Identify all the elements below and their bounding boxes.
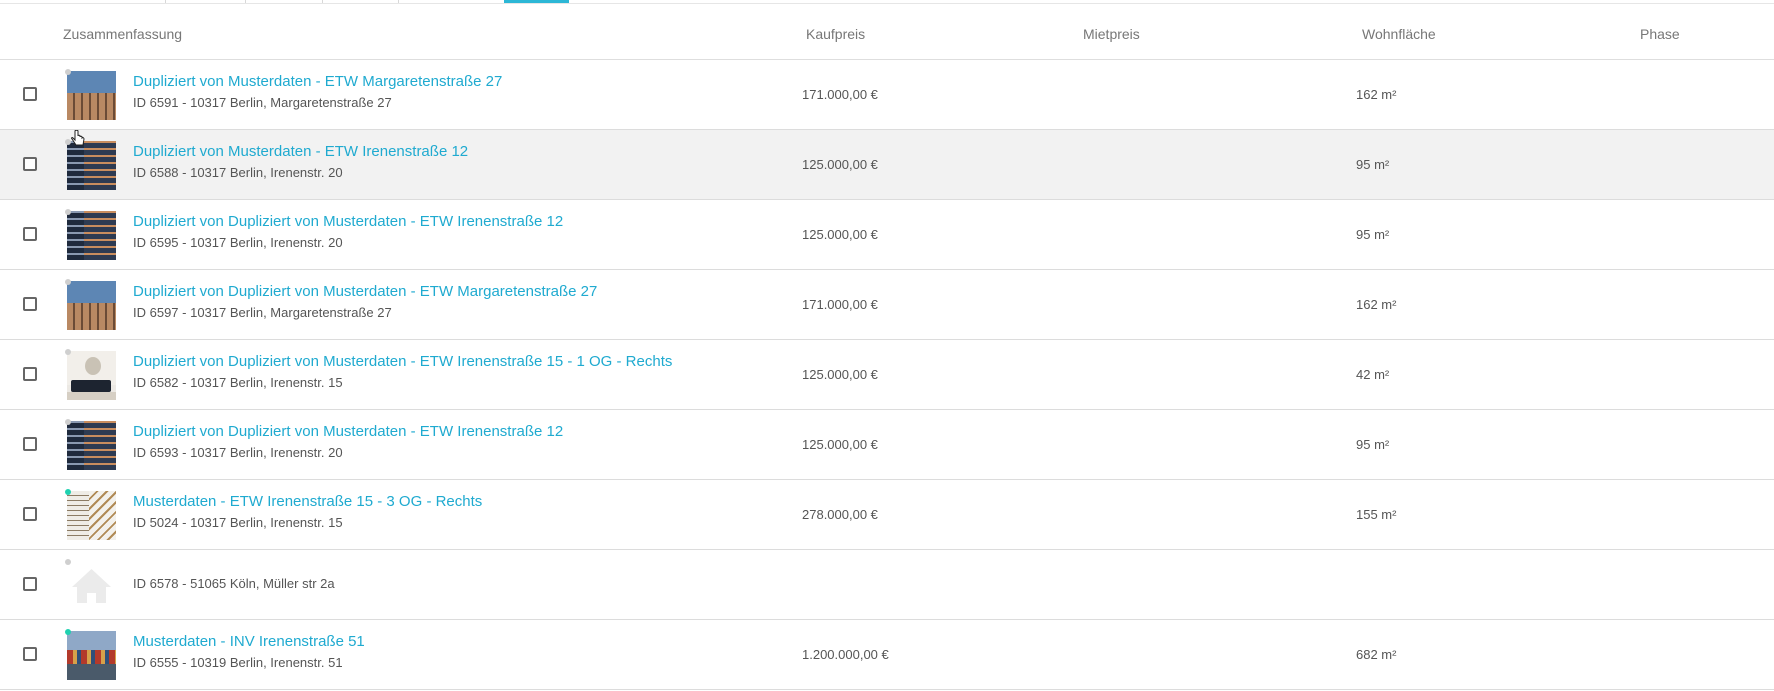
property-id-address: ID 6597 - 10317 Berlin, Margaretenstraße… <box>133 305 392 320</box>
row-checkbox[interactable] <box>23 87 37 101</box>
table-row[interactable]: Dupliziert von Musterdaten - ETW Irenens… <box>0 130 1774 200</box>
status-dot <box>65 279 71 285</box>
table-row[interactable]: ID 6578 - 51065 Köln, Müller str 2a <box>0 550 1774 620</box>
row-checkbox[interactable] <box>23 297 37 311</box>
table-row[interactable]: Dupliziert von Dupliziert von Musterdate… <box>0 270 1774 340</box>
column-header-living-area[interactable]: Wohnfläche <box>1362 26 1436 42</box>
row-checkbox[interactable] <box>23 437 37 451</box>
property-id-address: ID 6555 - 10319 Berlin, Irenenstr. 51 <box>133 655 343 670</box>
harbor-photo[interactable] <box>67 631 116 680</box>
property-title-link[interactable]: Musterdaten - INV Irenenstraße 51 <box>133 633 365 650</box>
building-dark-photo[interactable] <box>67 421 116 470</box>
building-dark-photo[interactable] <box>67 211 116 260</box>
room-photo[interactable] <box>67 351 116 400</box>
table-row[interactable]: Dupliziert von Dupliziert von Musterdate… <box>0 200 1774 270</box>
property-id-address: ID 6593 - 10317 Berlin, Irenenstr. 20 <box>133 445 343 460</box>
status-dot <box>65 419 71 425</box>
property-title-link[interactable]: Dupliziert von Dupliziert von Musterdate… <box>133 353 672 370</box>
property-list: Dupliziert von Musterdaten - ETW Margare… <box>0 60 1774 690</box>
column-header-phase[interactable]: Phase <box>1640 26 1680 42</box>
tab-divider <box>322 0 323 3</box>
column-header-summary[interactable]: Zusammenfassung <box>63 26 182 42</box>
property-title-link[interactable]: Dupliziert von Dupliziert von Musterdate… <box>133 213 563 230</box>
table-row[interactable]: Musterdaten - INV Irenenstraße 51 ID 6555… <box>0 620 1774 690</box>
purchase-price-cell: 125.000,00 € <box>802 227 878 242</box>
purchase-price-cell: 125.000,00 € <box>802 437 878 452</box>
status-dot <box>65 209 71 215</box>
table-row[interactable]: Dupliziert von Musterdaten - ETW Margare… <box>0 60 1774 130</box>
status-dot <box>65 489 71 495</box>
status-dot <box>65 349 71 355</box>
tab-divider <box>398 0 399 3</box>
living-area-cell: 95 m² <box>1356 157 1390 172</box>
living-area-cell: 162 m² <box>1356 297 1397 312</box>
status-dot <box>65 629 71 635</box>
property-id-address: ID 6595 - 10317 Berlin, Irenenstr. 20 <box>133 235 343 250</box>
building-photo[interactable] <box>67 71 116 120</box>
property-id-address: ID 6588 - 10317 Berlin, Irenenstr. 20 <box>133 165 343 180</box>
row-checkbox[interactable] <box>23 577 37 591</box>
purchase-price-cell: 1.200.000,00 € <box>802 647 889 662</box>
property-id-address: ID 6591 - 10317 Berlin, Margaretenstraße… <box>133 95 392 110</box>
purchase-price-cell: 171.000,00 € <box>802 87 878 102</box>
row-checkbox[interactable] <box>23 367 37 381</box>
house-placeholder-icon[interactable] <box>67 561 116 610</box>
living-area-cell: 95 m² <box>1356 227 1390 242</box>
column-header-purchase-price[interactable]: Kaufpreis <box>806 26 865 42</box>
table-row[interactable]: Dupliziert von Dupliziert von Musterdate… <box>0 410 1774 480</box>
property-title-link[interactable]: Dupliziert von Dupliziert von Musterdate… <box>133 423 563 440</box>
column-header-rent[interactable]: Mietpreis <box>1083 26 1140 42</box>
status-dot <box>65 559 71 565</box>
property-title-link[interactable]: Dupliziert von Dupliziert von Musterdate… <box>133 283 597 300</box>
status-dot <box>65 69 71 75</box>
property-title-link[interactable]: Dupliziert von Musterdaten - ETW Irenens… <box>133 143 468 160</box>
purchase-price-cell: 125.000,00 € <box>802 157 878 172</box>
tab-divider <box>245 0 246 3</box>
purchase-price-cell: 125.000,00 € <box>802 367 878 382</box>
purchase-price-cell: 278.000,00 € <box>802 507 878 522</box>
row-checkbox[interactable] <box>23 157 37 171</box>
property-title-link[interactable]: Dupliziert von Musterdaten - ETW Margare… <box>133 73 502 90</box>
building-photo[interactable] <box>67 281 116 330</box>
staircase-photo[interactable] <box>67 491 116 540</box>
purchase-price-cell: 171.000,00 € <box>802 297 878 312</box>
property-title-link[interactable]: Musterdaten - ETW Irenenstraße 15 - 3 OG… <box>133 493 482 510</box>
property-id-address: ID 6582 - 10317 Berlin, Irenenstr. 15 <box>133 375 343 390</box>
living-area-cell: 162 m² <box>1356 87 1397 102</box>
table-row[interactable]: Musterdaten - ETW Irenenstraße 15 - 3 OG… <box>0 480 1774 550</box>
property-id-address: ID 5024 - 10317 Berlin, Irenenstr. 15 <box>133 515 343 530</box>
living-area-cell: 682 m² <box>1356 647 1397 662</box>
living-area-cell: 155 m² <box>1356 507 1397 522</box>
row-checkbox[interactable] <box>23 227 37 241</box>
table-row[interactable]: Dupliziert von Dupliziert von Musterdate… <box>0 340 1774 410</box>
active-tab-indicator[interactable] <box>504 0 569 3</box>
tab-divider <box>165 0 166 3</box>
hand-cursor-icon <box>71 130 85 146</box>
living-area-cell: 42 m² <box>1356 367 1390 382</box>
row-checkbox[interactable] <box>23 507 37 521</box>
row-checkbox[interactable] <box>23 647 37 661</box>
table-header: Zusammenfassung Kaufpreis Mietpreis Wohn… <box>0 4 1774 60</box>
property-id-address: ID 6578 - 51065 Köln, Müller str 2a <box>133 576 335 591</box>
living-area-cell: 95 m² <box>1356 437 1390 452</box>
